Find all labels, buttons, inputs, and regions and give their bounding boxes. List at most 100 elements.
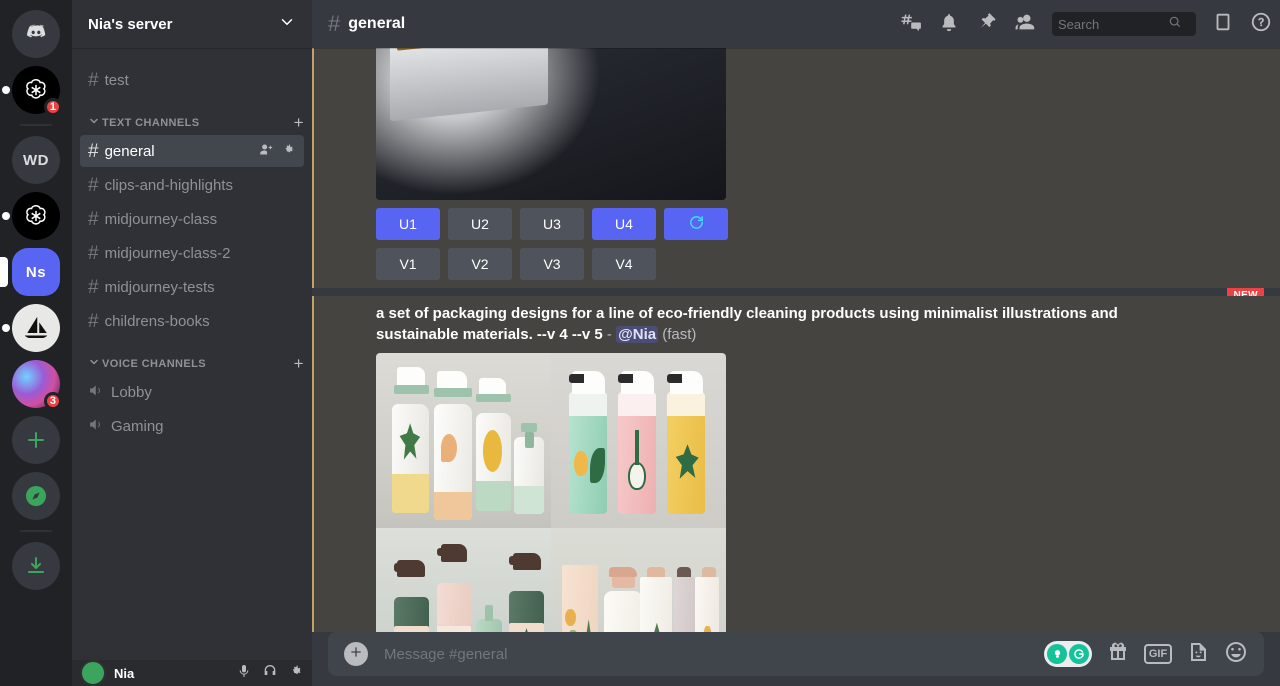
sidebar-channel-childrens-books[interactable]: # childrens-books: [80, 305, 304, 337]
server-icon-nias-server[interactable]: Ns: [0, 248, 60, 296]
member-list-button[interactable]: [1014, 11, 1036, 38]
rail-divider-bottom: [20, 530, 52, 532]
previous-u4-button[interactable]: U4: [592, 208, 656, 240]
help-button[interactable]: [1250, 11, 1272, 38]
previous-u2-button[interactable]: U2: [448, 208, 512, 240]
sidebar-channel-midjourney-class-2[interactable]: # midjourney-class-2: [80, 237, 304, 269]
quadrant-2[interactable]: [551, 353, 726, 529]
channel-label: clips-and-highlights: [104, 176, 233, 194]
server-initials: Ns: [12, 248, 60, 296]
hash-icon: #: [88, 310, 99, 332]
previous-v2-button[interactable]: V2: [448, 248, 512, 280]
sticker-button[interactable]: [1186, 640, 1210, 669]
sidebar-channel-lobby[interactable]: Lobby: [80, 376, 304, 408]
message-list[interactable]: U1 U2 U3 U4 V1 V2 V3 V4 a set of packagi…: [312, 48, 1280, 632]
server-name: Nia's server: [88, 15, 173, 33]
result-attachment-grid[interactable]: [376, 353, 726, 632]
sidebar-channel-clips-and-highlights[interactable]: # clips-and-highlights: [80, 169, 304, 201]
category-text-channels[interactable]: TEXT CHANNELS +: [72, 98, 312, 135]
sidebar-channel-general[interactable]: # general: [80, 135, 304, 167]
sidebar-channel-midjourney-tests[interactable]: # midjourney-tests: [80, 271, 304, 303]
channel-label: midjourney-class-2: [104, 244, 231, 262]
server-icon-discord-home[interactable]: [12, 10, 60, 58]
server-icon-nebula-server[interactable]: 3: [12, 360, 62, 410]
prompt-separator: -: [602, 325, 617, 343]
username: Nia: [114, 665, 135, 681]
channel-label: Lobby: [111, 383, 152, 401]
unread-pip: [2, 212, 10, 220]
server-initials: WD: [12, 136, 60, 184]
threads-button[interactable]: [900, 11, 922, 38]
add-server-button[interactable]: [12, 416, 60, 464]
grammarly-button[interactable]: [1044, 641, 1092, 667]
sidebar-channel-gaming[interactable]: Gaming: [80, 410, 304, 442]
quadrant-3[interactable]: [376, 528, 551, 632]
previous-u3-button[interactable]: U3: [520, 208, 584, 240]
create-invite-icon[interactable]: [259, 142, 274, 161]
previous-attachment-clip: [376, 48, 1264, 200]
previous-attachment-image[interactable]: [376, 48, 726, 200]
category-label: TEXT CHANNELS: [102, 116, 200, 129]
edit-channel-gear-icon[interactable]: [281, 142, 296, 161]
rail-divider: [20, 124, 52, 126]
search-icon: [1168, 15, 1182, 34]
inbox-button[interactable]: [1212, 11, 1234, 38]
previous-u1-button[interactable]: U1: [376, 208, 440, 240]
mention-nia[interactable]: @Nia: [616, 325, 659, 343]
gift-button[interactable]: [1106, 640, 1130, 669]
previous-reroll-button[interactable]: [664, 208, 728, 240]
user-settings-button[interactable]: [288, 663, 304, 684]
composer-toolbar: GIF: [1044, 640, 1248, 669]
explore-servers-button[interactable]: [12, 472, 60, 520]
prompt-text-line: a set of packaging designs for a line of…: [376, 296, 1196, 353]
download-apps-button[interactable]: [12, 542, 60, 590]
channel-label: Gaming: [111, 417, 164, 435]
server-icon-openai-server-2[interactable]: [2, 192, 60, 240]
previous-v3-button[interactable]: V3: [520, 248, 584, 280]
mute-microphone-button[interactable]: [236, 663, 252, 684]
unread-pip: [2, 324, 10, 332]
pinned-messages-button[interactable]: [976, 11, 998, 38]
unread-badge: 3: [43, 392, 62, 410]
sidebar-channel-midjourney-class[interactable]: # midjourney-class: [80, 203, 304, 235]
server-icon-midjourney-server[interactable]: [2, 304, 60, 352]
previous-v4-button[interactable]: V4: [592, 248, 656, 280]
hash-icon: #: [88, 69, 99, 91]
category-voice-channels[interactable]: VOICE CHANNELS +: [72, 339, 312, 376]
unread-pip: [2, 86, 10, 94]
hash-icon: #: [88, 242, 99, 264]
user-panel[interactable]: Nia: [72, 660, 312, 686]
gif-button[interactable]: GIF: [1144, 644, 1172, 664]
server-icon-wd-server[interactable]: WD: [12, 136, 60, 184]
create-channel-button[interactable]: +: [294, 114, 304, 131]
hash-icon: #: [88, 140, 99, 162]
previous-v1-button[interactable]: V1: [376, 248, 440, 280]
plus-icon: [348, 644, 364, 665]
quadrant-4[interactable]: [551, 528, 726, 632]
channel-label: childrens-books: [104, 312, 210, 330]
midjourney-result-message: a set of packaging designs for a line of…: [312, 296, 1280, 632]
composer-box[interactable]: GIF: [328, 632, 1264, 676]
deafen-button[interactable]: [262, 663, 278, 684]
compass-icon: [12, 472, 60, 520]
hash-icon: #: [88, 174, 99, 196]
search-box[interactable]: [1052, 12, 1196, 36]
search-input[interactable]: [1058, 16, 1168, 32]
main-content: # general Search U1 U2 U3 U4 V1 V2 V3 V4…: [312, 0, 1280, 686]
notification-settings-button[interactable]: [938, 11, 960, 38]
chevron-down-icon: [88, 356, 100, 371]
server-header-dropdown[interactable]: Nia's server: [72, 0, 312, 48]
sailboat-logo-icon: [12, 304, 60, 352]
sidebar-channel-test[interactable]: # test: [80, 64, 304, 96]
create-voice-channel-button[interactable]: +: [294, 355, 304, 372]
server-rail: 1 WD Ns 3: [0, 0, 72, 686]
grammarly-suggestion-dot: [1047, 644, 1067, 664]
message-input[interactable]: [384, 645, 1028, 663]
emoji-button[interactable]: [1224, 640, 1248, 669]
quadrant-1[interactable]: [376, 353, 551, 529]
avatar[interactable]: [80, 660, 106, 686]
hash-icon: #: [88, 208, 99, 230]
upload-attachment-button[interactable]: [344, 642, 368, 666]
previous-midjourney-message: U1 U2 U3 U4 V1 V2 V3 V4: [312, 48, 1280, 303]
server-icon-openai-server-1[interactable]: 1: [2, 66, 62, 116]
